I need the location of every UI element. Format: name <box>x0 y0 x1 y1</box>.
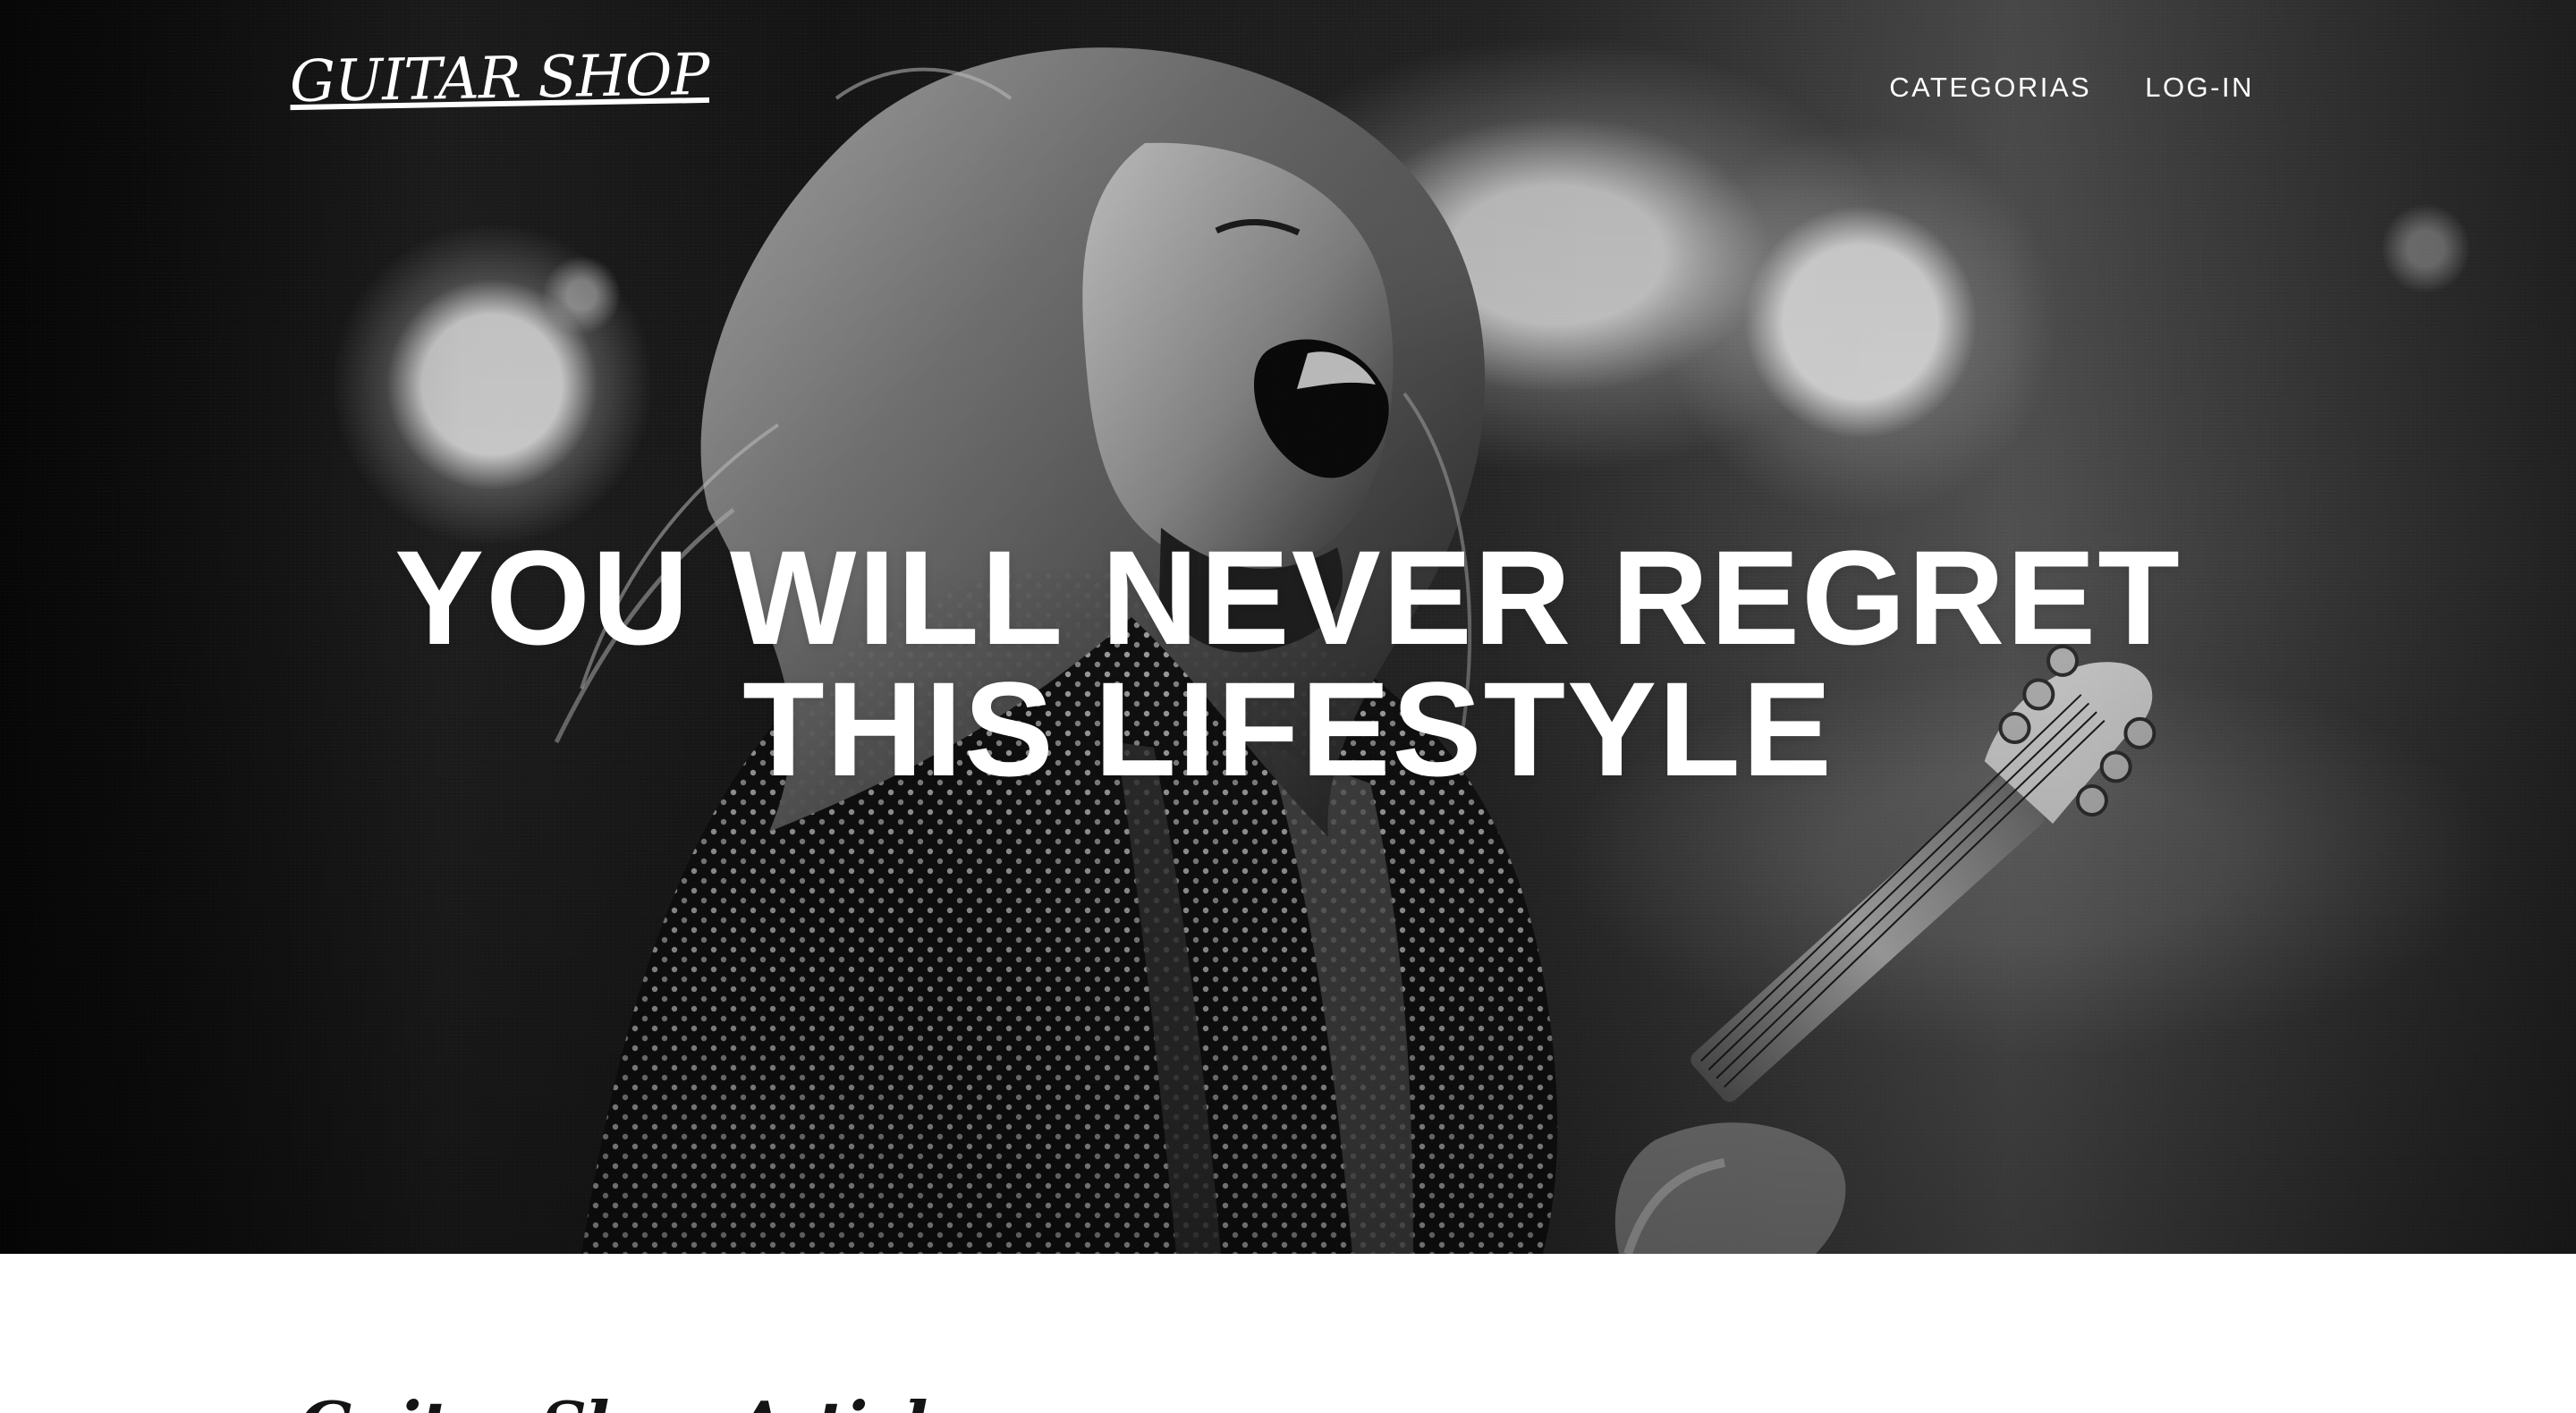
hero-headline-line-2: THIS LIFESTYLE <box>742 654 1834 804</box>
home-page: GUITAR SHOP CATEGORIAS LOG-IN YOU WILL N… <box>0 0 2576 1413</box>
section-heading: Guitar Shop Articles <box>299 1393 1002 1413</box>
hero-headline-line-1: YOU WILL NEVER REGRET <box>394 522 2182 673</box>
site-logo[interactable]: GUITAR SHOP <box>289 42 709 115</box>
main-menu: CATEGORIAS LOG-IN <box>1889 73 2254 101</box>
top-navigation: GUITAR SHOP CATEGORIAS LOG-IN <box>0 0 2576 188</box>
nav-item-categorias[interactable]: CATEGORIAS <box>1889 73 2091 101</box>
content-section: Guitar Shop Articles <box>0 1254 2576 1413</box>
hero-headline: YOU WILL NEVER REGRET THIS LIFESTYLE <box>0 522 2576 804</box>
nav-item-log-in[interactable]: LOG-IN <box>2145 73 2254 101</box>
hero-section: GUITAR SHOP CATEGORIAS LOG-IN YOU WILL N… <box>0 0 2576 1254</box>
